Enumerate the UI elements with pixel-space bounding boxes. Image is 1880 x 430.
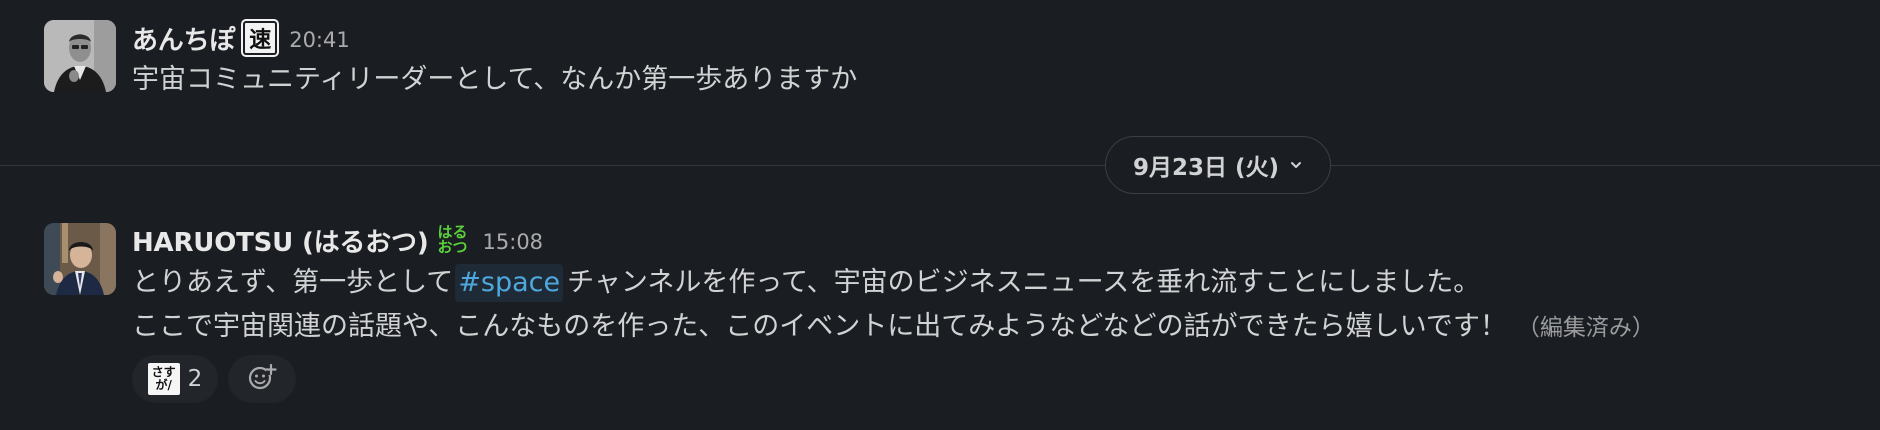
message-header: HARUOTSU (はるおつ) はる おつ 15:08: [132, 220, 543, 260]
status-emoji: 速: [243, 21, 278, 55]
message-text-line: ここで宇宙関連の話題や、こんなものを作った、このイベントに出てみようなどなどの話…: [132, 305, 1655, 350]
message-text: ここで宇宙関連の話題や、こんなものを作った、このイベントに出てみようなどなどの話…: [132, 311, 1507, 342]
reaction-sasuga[interactable]: さす が/ 2: [132, 355, 218, 403]
message-header: あんちぽ 速 20:41: [132, 18, 350, 58]
message-text: 宇宙コミュニティリーダーとして、なんか第一歩ありますか: [132, 64, 858, 95]
message-pane: あんちぽ 速 20:41 宇宙コミュニティリーダーとして、なんか第一歩ありますか…: [0, 0, 1880, 430]
date-divider-button[interactable]: 9月23日 (火): [1105, 136, 1331, 194]
sender-name[interactable]: あんちぽ: [132, 20, 235, 57]
sasuga-emoji-bottom: が/: [155, 378, 172, 392]
sender-name[interactable]: HARUOTSU (はるおつ): [132, 222, 429, 259]
add-reaction-button[interactable]: [228, 355, 296, 403]
date-divider-line: [0, 165, 1880, 166]
message: あんちぽ 速 20:41 宇宙コミュニティリーダーとして、なんか第一歩ありますか: [0, 0, 1880, 150]
message-text-line: とりあえず、第一歩として #space チャンネルを作って、宇宙のビジネスニュースを…: [132, 261, 1480, 305]
message: HARUOTSU (はるおつ) はる おつ 15:08 とりあえず、第一歩として…: [0, 205, 1880, 430]
status-emoji: はる おつ: [435, 223, 471, 257]
timestamp[interactable]: 15:08: [483, 230, 544, 254]
chevron-down-icon: [1289, 158, 1303, 172]
sasuga-emoji-icon: さす が/: [147, 363, 180, 395]
message-text-after-channel: チャンネルを作って、宇宙のビジネスニュースを垂れ流すことにしました。: [567, 267, 1481, 298]
status-emoji-bottom: おつ: [437, 238, 468, 256]
add-reaction-icon: [247, 362, 277, 396]
edited-indicator: （編集済み）: [1516, 315, 1655, 341]
message-text-before-channel: とりあえず、第一歩として: [132, 267, 454, 298]
avatar[interactable]: [44, 20, 116, 92]
reaction-count: 2: [187, 366, 203, 392]
timestamp[interactable]: 20:41: [289, 28, 350, 52]
reactions-bar: さす が/ 2: [132, 355, 296, 403]
avatar[interactable]: [44, 223, 116, 295]
date-label: 9月23日 (火): [1132, 155, 1280, 181]
channel-link[interactable]: #space: [455, 264, 564, 302]
